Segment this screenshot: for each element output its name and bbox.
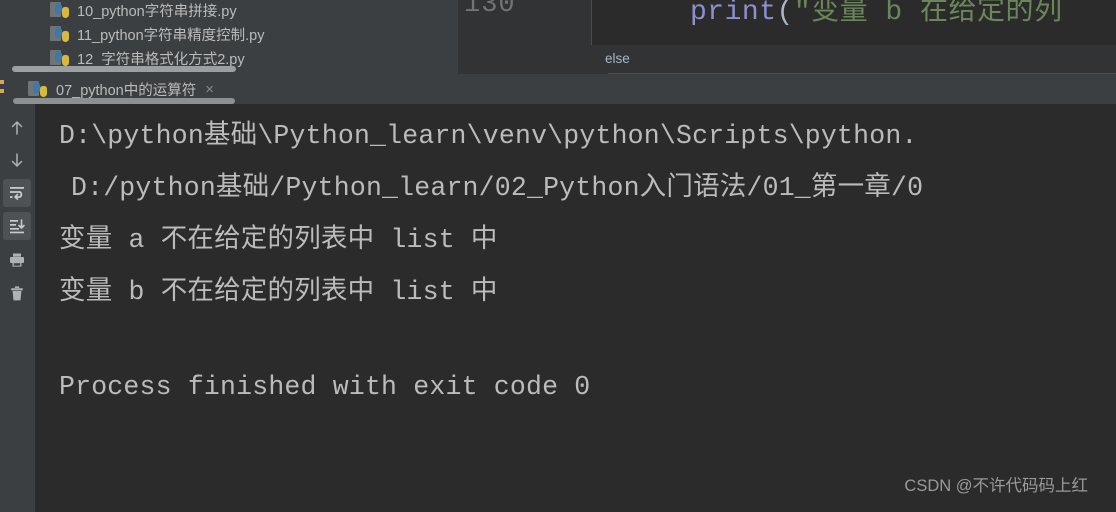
clipped-run-config-icon	[0, 80, 5, 98]
print-keyword: print	[690, 0, 777, 28]
project-horizontal-scrollbar[interactable]	[12, 66, 236, 72]
gutter-divider	[591, 0, 592, 45]
python-file-icon	[50, 26, 70, 42]
close-icon[interactable]: ×	[205, 82, 214, 97]
tab-label: 07_python中的运算符	[56, 82, 197, 99]
print-icon[interactable]	[3, 246, 31, 274]
run-console-toolbar	[0, 104, 35, 512]
soft-wrap-icon[interactable]	[3, 179, 31, 207]
list-item[interactable]: 11_python字符串精度控制.py	[0, 22, 265, 46]
pycharm-run-console-screenshot: 10_python字符串拼接.py 11_python字符串精度控制.py 12…	[0, 0, 1116, 512]
console-line: Process finished with exit code 0	[59, 372, 591, 402]
scroll-to-end-icon[interactable]	[3, 212, 31, 240]
breadcrumb-else[interactable]: else	[605, 51, 630, 66]
open-paren: (	[776, 0, 794, 28]
run-console-output[interactable]: D:\python基础\Python_learn\venv\python\Scr…	[35, 104, 1116, 512]
list-item[interactable]: 10_python字符串拼接.py	[0, 0, 237, 22]
file-name-label: 10_python字符串拼接.py	[77, 3, 237, 20]
python-file-icon	[50, 2, 70, 18]
up-arrow-icon[interactable]	[3, 114, 31, 142]
console-line: D:\python基础\Python_learn\venv\python\Scr…	[59, 121, 918, 151]
python-file-icon	[28, 81, 48, 97]
project-file-list: 10_python字符串拼接.py 11_python字符串精度控制.py 12…	[0, 0, 458, 74]
console-line: 变量 a 不在给定的列表中 list 中	[59, 225, 498, 255]
python-file-icon	[50, 50, 70, 66]
console-line: 变量 b 不在给定的列表中 list 中	[59, 277, 498, 307]
watermark: CSDN @不许代码码上红	[904, 477, 1088, 495]
trash-icon[interactable]	[3, 280, 31, 308]
code-line[interactable]: print("变量 b 在给定的列	[690, 0, 1063, 28]
code-editor-strip: 130 print("变量 b 在给定的列	[458, 0, 1116, 45]
editor-breadcrumb-bar: else	[458, 45, 1116, 74]
console-line: D:/python基础/Python_learn/02_Python入门语法/0…	[71, 173, 924, 203]
file-name-label: 11_python字符串精度控制.py	[77, 27, 265, 44]
line-number: 130	[464, 0, 516, 20]
down-arrow-icon[interactable]	[3, 146, 31, 174]
string-literal: "变量 b 在给定的列	[793, 0, 1063, 28]
